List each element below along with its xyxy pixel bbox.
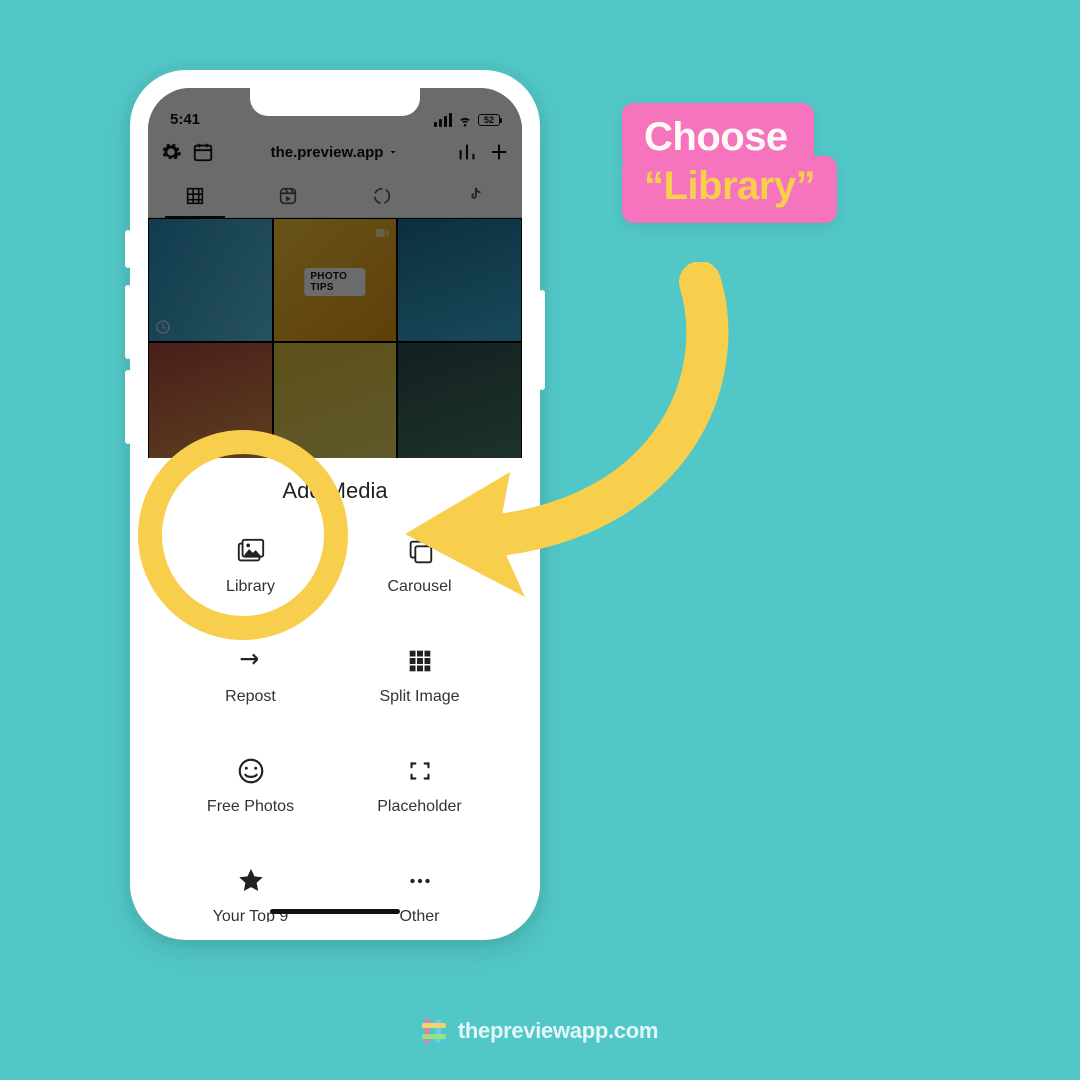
sheet-item-label: Split Image bbox=[379, 688, 459, 706]
sheet-item-label: Other bbox=[399, 908, 439, 922]
placeholder-icon bbox=[403, 754, 437, 788]
watermark: thepreviewapp.com bbox=[422, 1018, 658, 1044]
sheet-item-label: Repost bbox=[225, 688, 276, 706]
callout-line2: “Library” bbox=[622, 156, 837, 223]
carousel-icon bbox=[403, 534, 437, 568]
modal-overlay[interactable] bbox=[148, 88, 522, 458]
annotation-callout: Choose “Library” bbox=[622, 103, 837, 223]
phone-notch bbox=[250, 88, 420, 116]
star-icon bbox=[234, 864, 268, 898]
split-image-icon bbox=[403, 644, 437, 678]
volume-up-button bbox=[125, 285, 131, 359]
sheet-item-label: Carousel bbox=[387, 578, 451, 596]
free-photos-icon bbox=[234, 754, 268, 788]
sheet-item-placeholder[interactable]: Placeholder bbox=[335, 754, 504, 816]
home-indicator bbox=[270, 909, 400, 914]
watermark-logo-icon bbox=[422, 1019, 446, 1043]
volume-down-button bbox=[125, 370, 131, 444]
sheet-item-label: Free Photos bbox=[207, 798, 294, 816]
highlight-circle bbox=[138, 430, 348, 640]
power-button bbox=[539, 290, 545, 390]
sheet-item-label: Placeholder bbox=[377, 798, 462, 816]
watermark-text: thepreviewapp.com bbox=[458, 1018, 658, 1044]
sheet-item-carousel[interactable]: Carousel bbox=[335, 534, 504, 596]
sheet-item-repost[interactable]: Repost bbox=[166, 644, 335, 706]
sheet-item-free-photos[interactable]: Free Photos bbox=[166, 754, 335, 816]
more-icon bbox=[403, 864, 437, 898]
side-button bbox=[125, 230, 131, 268]
sheet-item-split-image[interactable]: Split Image bbox=[335, 644, 504, 706]
repost-icon bbox=[234, 644, 268, 678]
dimmed-background: 5:41 52 the.preview.app bbox=[148, 88, 522, 458]
